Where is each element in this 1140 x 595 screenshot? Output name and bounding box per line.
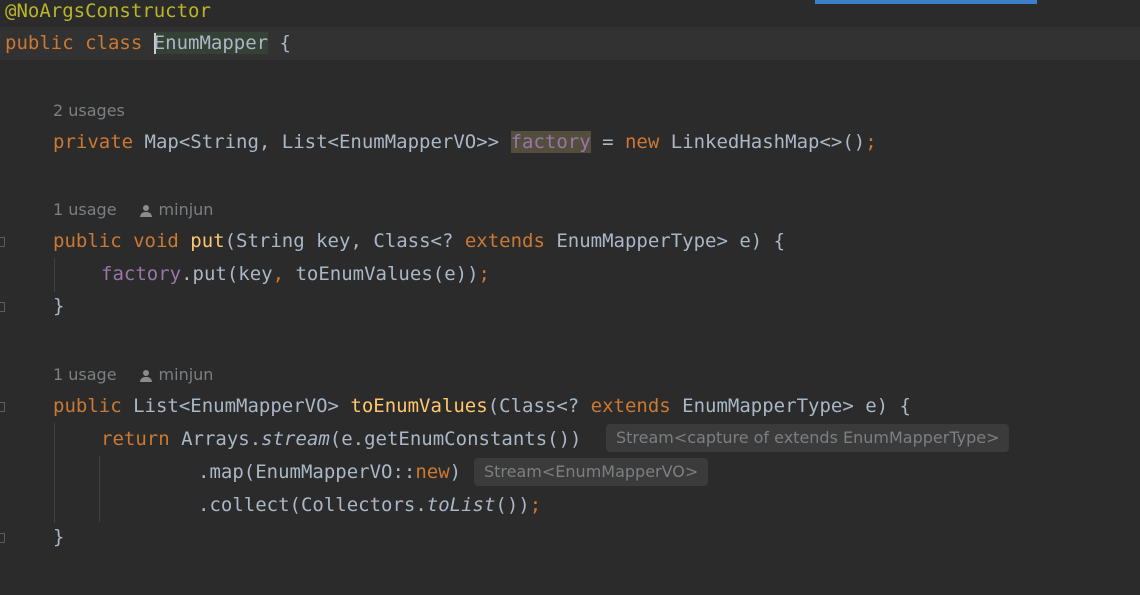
code-line-to-enum-values-signature[interactable]: public List<EnumMapperVO> toEnumValues(C… — [0, 390, 1140, 423]
code-line-put-signature[interactable]: public void put(String key, Class<? exte… — [0, 225, 1140, 258]
annotation-text: @NoArgsConstructor — [5, 0, 211, 22]
comma: , — [272, 263, 285, 285]
to-list-method: toList — [426, 494, 496, 516]
class-name-highlight: EnumMapper — [153, 32, 269, 54]
semicolon: ; — [478, 263, 490, 285]
class-name: EnumMapper — [153, 32, 269, 54]
extends-keyword: extends — [464, 230, 545, 252]
type-inlay-hint-stream[interactable]: Stream<capture of extends EnumMapperType… — [606, 424, 1010, 452]
field-type: Map<String, List<EnumMapperVO>> — [144, 131, 511, 153]
method-params-end: EnumMapperType> e) { — [544, 230, 786, 252]
code-line-put-close[interactable]: } — [0, 290, 1140, 323]
private-keyword: private — [53, 131, 145, 153]
field-initializer: LinkedHashMap<>() — [670, 131, 866, 153]
map-call-start: .map(EnumMapperVO:: — [198, 461, 416, 483]
to-enum-values-signature: public List<EnumMapperVO> toEnumValues(C… — [53, 390, 911, 423]
user-icon — [139, 204, 153, 218]
collect-call: .collect(Collectors.toList()); — [198, 489, 541, 522]
put-signature: public void put(String key, Class<? exte… — [53, 225, 785, 258]
method-modifiers: public void — [53, 230, 191, 252]
arrays-class: Arrays. — [181, 428, 262, 450]
field-reference: factory — [101, 263, 182, 285]
stream-method: stream — [261, 428, 330, 450]
semicolon: ; — [865, 131, 877, 153]
extends-keyword: extends — [590, 395, 671, 417]
usage-count: 2 usages — [53, 101, 125, 120]
new-keyword: new — [415, 461, 450, 483]
collect-call-end: ()) — [495, 494, 530, 516]
put-call-args: toEnumValues(e)) — [284, 263, 479, 285]
code-line-field-declaration[interactable]: private Map<String, List<EnumMapperVO>> … — [0, 126, 1140, 159]
code-line-to-enum-values-close[interactable]: } — [0, 521, 1140, 554]
assign-operator: = — [590, 131, 625, 153]
class-open-brace: { — [268, 32, 291, 54]
method-params-end: EnumMapperType> e) { — [670, 395, 911, 417]
method-params-start: (String key, Class<? — [224, 230, 465, 252]
close-brace: } — [53, 526, 65, 548]
class-declaration: public class EnumMapper { — [5, 27, 291, 60]
stream-args: (e.getEnumConstants()) — [329, 428, 582, 450]
usage-count: 1 usage — [53, 200, 117, 219]
field-name: factory — [510, 131, 591, 153]
field-usage-hint[interactable]: 2 usages — [53, 99, 125, 123]
return-type: List<EnumMapperVO> — [133, 395, 351, 417]
collect-call-start: .collect(Collectors. — [198, 494, 427, 516]
close-brace: } — [53, 295, 65, 317]
put-body: factory.put(key, toEnumValues(e)); — [101, 258, 490, 291]
map-call: .map(EnumMapperVO::new) — [198, 456, 461, 489]
put-usage-hint[interactable]: 1 usage minjun — [53, 198, 213, 222]
field-declaration: private Map<String, List<EnumMapperVO>> … — [53, 126, 877, 159]
to-enum-values-usage-hint[interactable]: 1 usage minjun — [53, 363, 213, 387]
return-keyword: return — [101, 428, 182, 450]
put-call: .put(key — [181, 263, 273, 285]
author-name: minjun — [158, 365, 214, 384]
map-call-end: ) — [449, 461, 462, 483]
semicolon: ; — [529, 494, 542, 516]
return-statement: return Arrays.stream(e.getEnumConstants(… — [101, 423, 581, 456]
code-line-annotation[interactable]: @NoArgsConstructor — [0, 0, 1140, 28]
code-line-put-body[interactable]: factory.put(key, toEnumValues(e)); — [0, 258, 1140, 291]
author-name: minjun — [158, 200, 214, 219]
method-name: put — [190, 230, 225, 252]
code-line-class-declaration[interactable]: public class EnumMapper { — [0, 27, 1140, 60]
new-keyword: new — [624, 131, 671, 153]
user-icon — [139, 369, 153, 383]
type-inlay-hint-map[interactable]: Stream<EnumMapperVO> — [474, 458, 709, 486]
method-modifiers: public — [53, 395, 134, 417]
usage-count: 1 usage — [53, 365, 117, 384]
method-params-start: (Class<? — [487, 395, 591, 417]
class-keyword: public class — [5, 32, 154, 54]
code-line-collect[interactable]: .collect(Collectors.toList()); — [0, 489, 1140, 522]
method-name: toEnumValues — [350, 395, 488, 417]
